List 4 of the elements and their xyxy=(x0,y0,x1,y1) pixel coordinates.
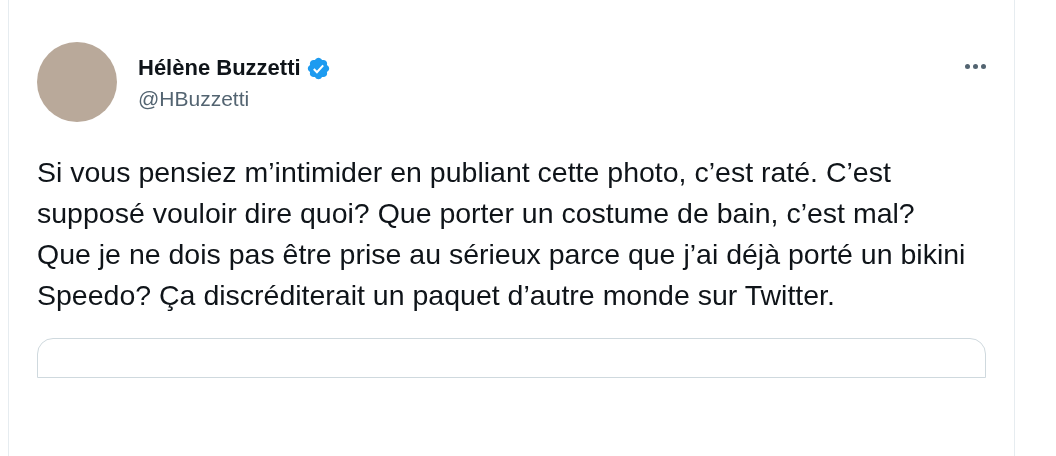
author-name[interactable]: Hélène Buzzetti xyxy=(138,54,301,82)
author-handle[interactable]: @HBuzzetti xyxy=(138,84,331,114)
tweet-text: Si vous pensiez m’intimider en publiant cette photo, c’est raté. C’est supposé vouloir dire quoi? Que porter un costume de bain, c’est mal? Que je ne dois pas être prise au sérieux parce que j’ai déjà porté un bikini Speedo? Ça discréditerait un paquet d’autre monde sur Twitter. xyxy=(37,155,967,313)
more-options-icon[interactable] xyxy=(963,62,988,71)
